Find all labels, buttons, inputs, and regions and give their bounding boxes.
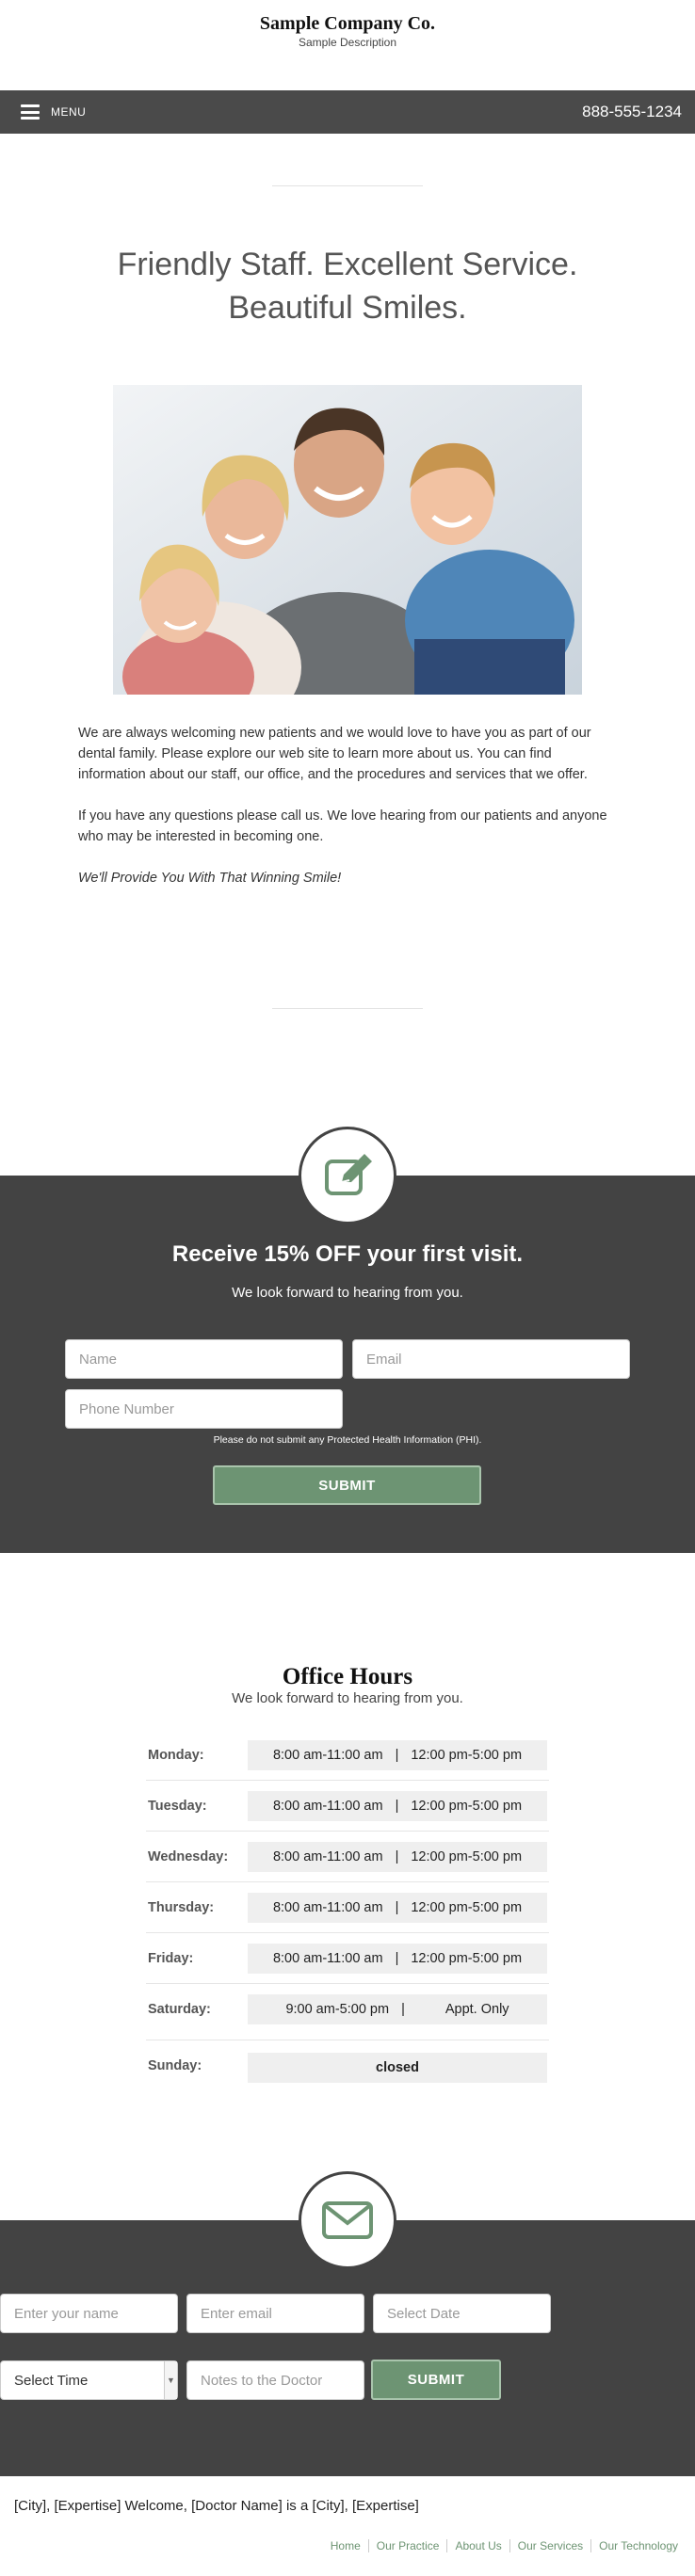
envelope-icon — [299, 2171, 396, 2269]
promo-subtitle: We look forward to hearing from you. — [232, 1285, 463, 1301]
hours-row: Saturday: 9:00 am-5:00 pm | Appt. Only — [146, 1984, 549, 2040]
phone-input[interactable] — [65, 1389, 343, 1429]
hours-row: Sunday: closed — [146, 2040, 549, 2091]
company-name[interactable]: Sample Company Co. — [0, 13, 695, 35]
menu-label: MENU — [51, 105, 87, 119]
hours-row: Friday: 8:00 am-11:00 am | 12:00 pm-5:00… — [146, 1933, 549, 1984]
divider — [272, 1008, 423, 1009]
footer-link-home[interactable]: Home — [323, 2539, 368, 2552]
morning-hours: 8:00 am-11:00 am — [272, 1849, 383, 1864]
divider — [272, 185, 423, 186]
company-description: Sample Description — [298, 36, 397, 49]
hero-family-photo — [113, 385, 582, 695]
promo-section: Receive 15% OFF your first visit. We loo… — [0, 1127, 695, 1553]
chevron-down-icon: ▼ — [164, 2361, 177, 2399]
afternoon-hours: 12:00 pm-5:00 pm — [411, 1799, 523, 1814]
notes-input[interactable] — [186, 2360, 364, 2400]
time-box: 8:00 am-11:00 am | 12:00 pm-5:00 pm — [248, 1893, 547, 1923]
footer-link-our-technology[interactable]: Our Technology — [590, 2539, 686, 2552]
appointment-email-input[interactable] — [186, 2294, 364, 2333]
appointment-only: Appt. Only — [444, 2002, 509, 2017]
phone-number[interactable]: 888-555-1234 — [582, 103, 682, 121]
afternoon-hours: 12:00 pm-5:00 pm — [411, 1748, 523, 1763]
morning-hours: 8:00 am-11:00 am — [272, 1951, 383, 1966]
day-label: Tuesday: — [148, 1799, 207, 1814]
select-date-input[interactable] — [373, 2294, 551, 2333]
footer-text: [City], [Expertise] Welcome, [Doctor Nam… — [14, 2498, 419, 2514]
headline-line-2: Beautiful Smiles. — [228, 290, 467, 326]
footer-link-about-us[interactable]: About Us — [446, 2539, 509, 2552]
hamburger-icon — [21, 104, 40, 120]
time-box: 8:00 am-11:00 am | 12:00 pm-5:00 pm — [248, 1842, 547, 1872]
day-label: Thursday: — [148, 1900, 215, 1915]
separator: | — [395, 1849, 399, 1864]
day-label: Sunday: — [148, 2058, 202, 2073]
day-label: Monday: — [148, 1748, 204, 1763]
select-time-value: Select Time — [14, 2372, 89, 2389]
separator: | — [395, 1951, 399, 1966]
select-time-dropdown[interactable]: Select Time ▼ — [0, 2360, 178, 2400]
intro-text: We are always welcoming new patients and… — [78, 723, 617, 909]
intro-paragraph: We are always welcoming new patients and… — [78, 726, 591, 782]
time-box: 8:00 am-11:00 am | 12:00 pm-5:00 pm — [248, 1791, 547, 1821]
closed-label: closed — [376, 2060, 419, 2075]
afternoon-hours: 12:00 pm-5:00 pm — [411, 1849, 523, 1864]
footer-links: Home Our Practice About Us Our Services … — [323, 2539, 686, 2552]
headline-line-1: Friendly Staff. Excellent Service. — [117, 247, 578, 282]
office-hours-subtitle: We look forward to hearing from you. — [232, 1690, 463, 1706]
email-input[interactable] — [352, 1339, 630, 1379]
promo-submit-button[interactable]: SUBMIT — [213, 1465, 481, 1505]
menu-button[interactable]: MENU — [21, 102, 86, 122]
footer-link-our-practice[interactable]: Our Practice — [367, 2539, 447, 2552]
intro-paragraph: If you have any questions please call us… — [78, 808, 607, 844]
day-label: Wednesday: — [148, 1849, 229, 1864]
hours-row: Thursday: 8:00 am-11:00 am | 12:00 pm-5:… — [146, 1882, 549, 1933]
separator: | — [401, 2002, 405, 2017]
page-headline: Friendly Staff. Excellent Service. Beaut… — [57, 243, 638, 329]
separator: | — [395, 1900, 399, 1915]
hours-row: Tuesday: 8:00 am-11:00 am | 12:00 pm-5:0… — [146, 1781, 549, 1832]
hours-row: Wednesday: 8:00 am-11:00 am | 12:00 pm-5… — [146, 1832, 549, 1882]
afternoon-hours: 12:00 pm-5:00 pm — [411, 1951, 523, 1966]
site-header: Sample Company Co. Sample Description — [0, 0, 695, 90]
office-hours-title: Office Hours — [282, 1664, 413, 1689]
phi-notice: Please do not submit any Protected Healt… — [213, 1434, 482, 1446]
separator: | — [395, 1799, 399, 1814]
morning-hours: 8:00 am-11:00 am — [272, 1748, 383, 1763]
time-box: closed — [248, 2053, 547, 2083]
day-label: Friday: — [148, 1951, 194, 1966]
time-box: 8:00 am-11:00 am | 12:00 pm-5:00 pm — [248, 1944, 547, 1974]
appointment-submit-button[interactable]: SUBMIT — [371, 2360, 501, 2400]
nav-bar: MENU 888-555-1234 — [0, 90, 695, 134]
afternoon-hours: 12:00 pm-5:00 pm — [411, 1900, 523, 1915]
promo-title: Receive 15% OFF your first visit. — [171, 1241, 524, 1267]
time-box: 8:00 am-11:00 am | 12:00 pm-5:00 pm — [248, 1740, 547, 1770]
day-label: Saturday: — [148, 2002, 211, 2017]
morning-hours: 8:00 am-11:00 am — [272, 1900, 383, 1915]
appointment-section: Select Time ▼ SUBMIT — [0, 2171, 695, 2476]
edit-icon — [299, 1127, 396, 1224]
appointment-name-input[interactable] — [0, 2294, 178, 2333]
time-box: 9:00 am-5:00 pm | Appt. Only — [248, 1994, 547, 2024]
morning-hours: 8:00 am-11:00 am — [272, 1799, 383, 1814]
footer-link-our-services[interactable]: Our Services — [509, 2539, 590, 2552]
hours-row: Monday: 8:00 am-11:00 am | 12:00 pm-5:00… — [146, 1730, 549, 1781]
morning-hours: 9:00 am-5:00 pm — [285, 2002, 390, 2017]
separator: | — [395, 1748, 399, 1763]
slogan: We'll Provide You With That Winning Smil… — [78, 871, 342, 886]
name-input[interactable] — [65, 1339, 343, 1379]
